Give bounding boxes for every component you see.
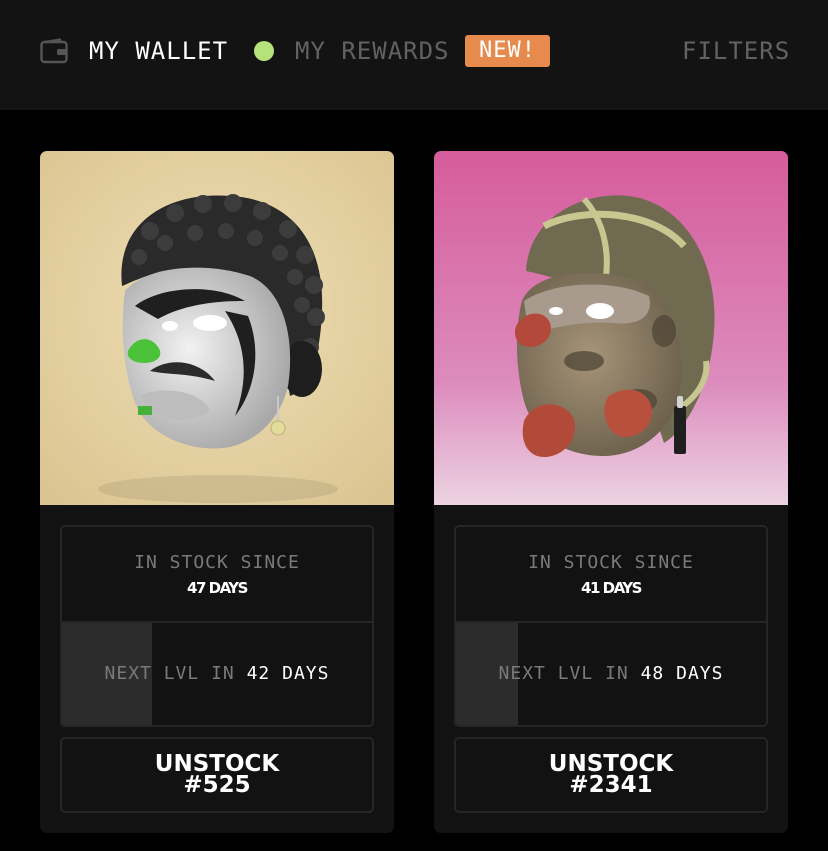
nft-image[interactable]	[434, 151, 788, 505]
nft-card: IN STOCK SINCE 41 DAYS NEXT LVL IN 48 DA…	[434, 151, 788, 833]
nft-image[interactable]	[40, 151, 394, 505]
next-level-label: NEXT LVL IN	[498, 663, 629, 684]
top-nav: MY WALLET MY REWARDS NEW! FILTERS	[0, 0, 828, 110]
wallet-icon[interactable]	[40, 38, 68, 64]
new-badge: NEW!	[465, 35, 550, 67]
in-stock-days: 47 DAYS	[187, 579, 248, 597]
unstock-token-id: #2341	[569, 772, 653, 798]
next-level-label: NEXT LVL IN	[104, 663, 235, 684]
tab-my-wallet[interactable]: MY WALLET	[89, 36, 228, 66]
unstock-button[interactable]: UNSTOCK #525	[60, 737, 374, 813]
nft-card: IN STOCK SINCE 47 DAYS NEXT LVL IN 42 DA…	[40, 151, 394, 833]
next-level-progress: NEXT LVL IN 42 DAYS	[62, 623, 372, 725]
filters-button[interactable]: FILTERS	[682, 36, 790, 66]
tab-my-rewards[interactable]: MY REWARDS	[295, 36, 450, 66]
next-level-progress: NEXT LVL IN 48 DAYS	[456, 623, 766, 725]
next-level-text: NEXT LVL IN 42 DAYS	[62, 663, 372, 685]
in-stock-since: IN STOCK SINCE 41 DAYS	[456, 527, 766, 623]
next-level-days: 42 DAYS	[246, 663, 330, 684]
stock-info-box: IN STOCK SINCE 47 DAYS NEXT LVL IN 42 DA…	[60, 525, 374, 727]
in-stock-since-label: IN STOCK SINCE	[528, 552, 694, 573]
status-dot-icon	[254, 41, 274, 61]
in-stock-since-label: IN STOCK SINCE	[134, 552, 300, 573]
in-stock-since: IN STOCK SINCE 47 DAYS	[62, 527, 372, 623]
in-stock-days: 41 DAYS	[581, 579, 642, 597]
next-level-days: 48 DAYS	[640, 663, 724, 684]
unstock-token-id: #525	[183, 772, 251, 798]
next-level-text: NEXT LVL IN 48 DAYS	[456, 663, 766, 685]
unstock-button[interactable]: UNSTOCK #2341	[454, 737, 768, 813]
stock-info-box: IN STOCK SINCE 41 DAYS NEXT LVL IN 48 DA…	[454, 525, 768, 727]
